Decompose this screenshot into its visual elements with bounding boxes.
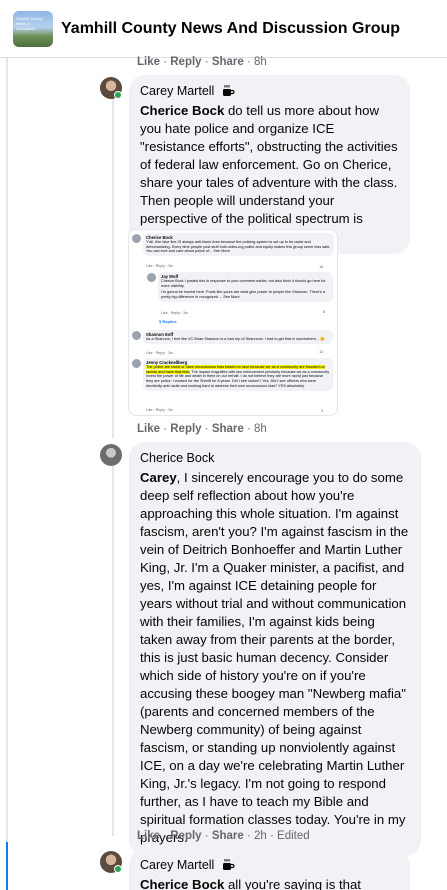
comment-author[interactable]: Carey Martell (140, 84, 235, 98)
comment-actions: Like · Reply · Share · 8h (137, 56, 267, 68)
reaction-count: 5 (323, 309, 326, 314)
comment-actions: Like · Reply · 3w (146, 264, 173, 268)
reaction-count: 3 (321, 408, 324, 413)
avatar (147, 273, 156, 282)
comment-author[interactable]: Carey Martell (140, 858, 235, 872)
like-link[interactable]: Like (137, 423, 160, 435)
reaction-count: 12 (319, 349, 324, 354)
reply-link[interactable]: Reply (170, 56, 201, 68)
comment-bubble: Shannon Eoff As a Shannon, I feel like V… (143, 330, 333, 344)
avatar (132, 331, 141, 340)
comment-text: Cherice Bock do tell us more about how y… (140, 102, 399, 246)
author-name[interactable]: Cherice Bock (140, 451, 214, 465)
comment-bubble: Cherice Bock Carey, I sincerely encourag… (129, 442, 421, 856)
share-link[interactable]: Share (212, 56, 244, 68)
thread-line (6, 58, 8, 890)
author-name[interactable]: Carey Martell (140, 84, 214, 98)
share-link[interactable]: Share (212, 830, 244, 842)
reply-thread-line (112, 98, 114, 438)
coffee-cup-icon (223, 85, 235, 96)
like-link[interactable]: Like (137, 830, 160, 842)
comment-actions: Like · Reply · Share · 2h · Edited (137, 830, 310, 842)
thread-line-active (6, 842, 8, 890)
edited-label[interactable]: Edited (277, 830, 310, 842)
comment-bubble: Carey Martell Cherice Bock all you're sa… (129, 849, 410, 890)
group-title[interactable]: Yamhill County News And Discussion Group (61, 20, 400, 38)
comment-bubble: Jenny Cracknellberg The police are racis… (143, 358, 333, 391)
timestamp[interactable]: 8h (254, 423, 267, 435)
timestamp[interactable]: 8h (254, 56, 267, 68)
avatar[interactable] (100, 444, 122, 466)
comment-author[interactable]: Cherice Bock (140, 451, 214, 465)
comment-text: The police are racist or have unconsciou… (146, 365, 330, 389)
online-status-dot (114, 91, 122, 99)
like-link[interactable]: Like (137, 56, 160, 68)
comment-body: do tell us more about how you hate polic… (140, 103, 398, 244)
group-thumbnail-text: Yamhill County News & Discussion (16, 15, 43, 31)
comment-actions: Like · Reply · 3w (146, 351, 173, 355)
author-name[interactable]: Carey Martell (140, 858, 214, 872)
comment-bubble: Cherice Bock Y'all, thin blue line IS al… (143, 233, 334, 257)
reply-link[interactable]: Reply (170, 830, 201, 842)
timestamp[interactable]: 2h (254, 830, 267, 842)
comment-actions: Like · Reply · 3w (161, 311, 188, 315)
share-link[interactable]: Share (212, 423, 244, 435)
attached-screenshot-image[interactable]: Cherice Bock Y'all, thin blue line IS al… (128, 229, 338, 416)
mention-link[interactable]: Carey (140, 470, 177, 485)
reply-link[interactable]: Reply (170, 423, 201, 435)
group-thumbnail[interactable]: Yamhill County News & Discussion (13, 10, 53, 47)
avatar (132, 234, 141, 243)
comment-actions: Like · Reply · 3w (146, 408, 173, 412)
reaction-count: 16 (319, 264, 324, 269)
comment-text: Carey, I sincerely encourage you to do s… (140, 469, 410, 847)
group-header: Yamhill County News & Discussion Yamhill… (0, 0, 447, 58)
avatar (132, 359, 141, 368)
comment-text: Cherice Bock all you're saying is that y… (140, 876, 399, 890)
view-replies-link: 5 Replies (159, 319, 177, 324)
online-status-dot (114, 865, 122, 873)
comment-text: Y'all, thin blue line IS always anti-bla… (146, 240, 331, 254)
comment-text: Cherice Bock I posted this in response t… (161, 279, 326, 288)
comment-actions: Like · Reply · Share · 8h (137, 423, 267, 435)
comment-bubble: Carey Martell Cherice Bock do tell us mo… (129, 75, 410, 254)
reply-thread-line (112, 466, 114, 836)
comment-text: As a Shannon, I feel like VC Brian Shann… (146, 337, 325, 341)
comment-text: I'm gonna be honest here. Posts like you… (161, 290, 326, 300)
comment-body: , I sincerely encourage you to do some d… (140, 470, 409, 845)
mention-link[interactable]: Cherice Bock (140, 877, 224, 890)
coffee-cup-icon (223, 859, 235, 870)
comment-bubble: Jay Wolf Cherice Bock I posted this in r… (158, 272, 333, 302)
mention-link[interactable]: Cherice Bock (140, 103, 224, 118)
